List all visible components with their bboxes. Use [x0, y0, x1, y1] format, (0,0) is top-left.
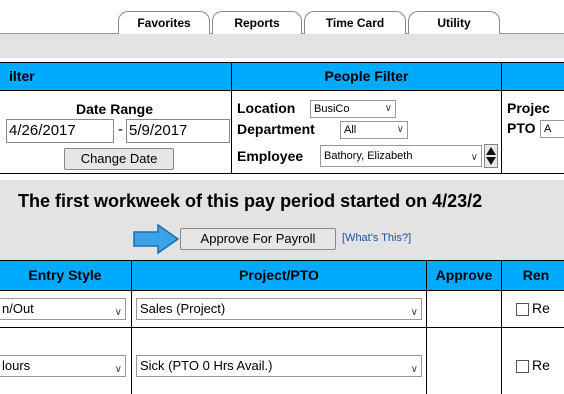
project-label: Projec [507, 100, 550, 116]
entry-style-select[interactable]: lours ∨ [0, 355, 126, 377]
remove-header: Ren [501, 260, 564, 291]
chevron-down-icon: ∨ [410, 307, 418, 318]
date-separator: - [118, 121, 123, 138]
tab-favorites[interactable]: Favorites [118, 11, 210, 35]
pto-select[interactable]: A [540, 120, 564, 138]
workweek-heading: The first workweek of this pay period st… [18, 191, 483, 211]
project-filter-header [501, 62, 564, 91]
date-filter-header: ilter [0, 62, 232, 91]
location-value: BusiCo [314, 103, 350, 115]
project-value: Sales (Project) [140, 301, 226, 316]
change-date-button[interactable]: Change Date [64, 148, 174, 170]
employee-value: Bathory, Elizabeth [324, 150, 413, 162]
entry-style-value: n/Out [2, 301, 34, 316]
arrow-right-icon [133, 223, 180, 255]
remove-label: Re [532, 357, 550, 373]
location-label: Location [237, 100, 296, 116]
spinner-arrows-icon [486, 147, 496, 165]
approve-header: Approve [426, 260, 502, 291]
tab-reports[interactable]: Reports [212, 11, 302, 35]
entry-style-value: lours [2, 358, 31, 373]
approve-for-payroll-button[interactable]: Approve For Payroll [180, 228, 336, 250]
employee-label: Employee [237, 148, 304, 164]
project-select[interactable]: Sales (Project) ∨ [136, 298, 422, 320]
table-row [426, 290, 502, 328]
pto-label: PTO [507, 120, 536, 136]
whats-this-link[interactable]: [What's This?] [342, 232, 411, 244]
chevron-down-icon: ∨ [470, 152, 478, 163]
tab-utility[interactable]: Utility [408, 11, 500, 35]
table-row [426, 327, 502, 394]
chevron-down-icon: ∨ [114, 364, 122, 375]
chevron-down-icon: ∨ [396, 124, 404, 135]
entry-style-header: Entry Style [0, 260, 132, 291]
department-value: All [344, 124, 357, 136]
project-select[interactable]: Sick (PTO 0 Hrs Avail.) ∨ [136, 355, 422, 377]
tab-time-card[interactable]: Time Card [304, 11, 406, 35]
pto-value: A [544, 123, 552, 135]
employee-select[interactable]: Bathory, Elizabeth ∨ [320, 145, 482, 167]
date-range-label: Date Range [76, 101, 154, 117]
employee-spinner[interactable] [484, 144, 498, 168]
tab-bar-background [0, 34, 564, 58]
location-select[interactable]: BusiCo ∨ [310, 100, 396, 118]
department-label: Department [237, 121, 315, 137]
chevron-down-icon: ∨ [384, 103, 392, 114]
department-select[interactable]: All ∨ [340, 121, 408, 139]
project-pto-header: Project/PTO [131, 260, 427, 291]
entry-style-select[interactable]: n/Out ∨ [0, 298, 126, 320]
chevron-down-icon: ∨ [114, 307, 122, 318]
start-date-input[interactable]: 4/26/2017 [6, 119, 114, 143]
remove-checkbox[interactable] [516, 303, 529, 316]
end-date-input[interactable]: 5/9/2017 [126, 119, 230, 143]
tab-strip: Favorites Reports Time Card Utility [0, 0, 564, 35]
people-filter-header: People Filter [231, 62, 502, 91]
chevron-down-icon: ∨ [410, 364, 418, 375]
remove-checkbox[interactable] [516, 360, 529, 373]
project-value: Sick (PTO 0 Hrs Avail.) [140, 358, 273, 373]
remove-label: Re [532, 300, 550, 316]
